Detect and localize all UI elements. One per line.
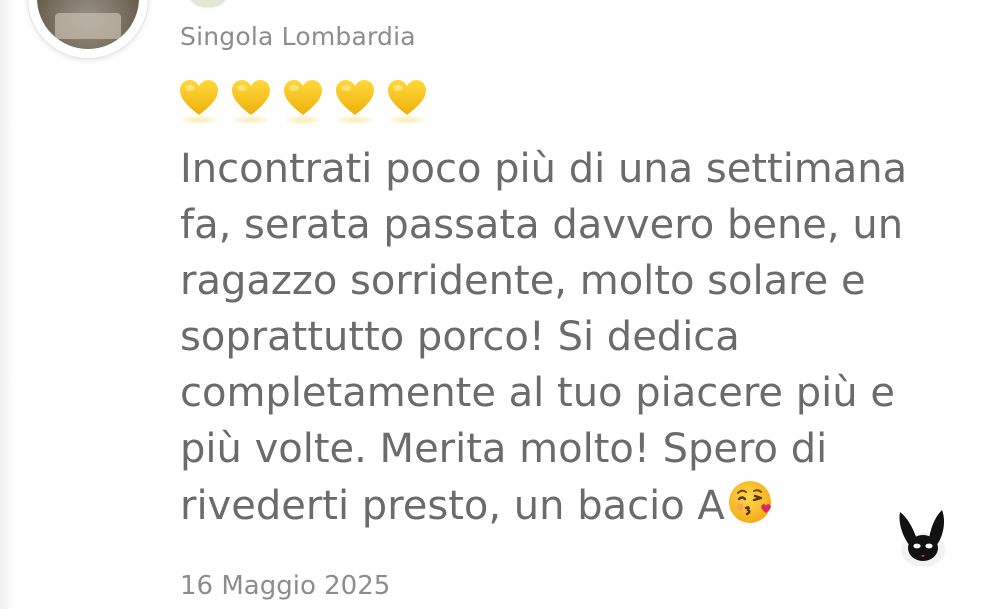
yellow-heart-icon	[178, 78, 220, 124]
review-line: ragazzo sorridente, molto solare e	[180, 258, 866, 304]
review-date: 16 Maggio 2025	[180, 571, 391, 601]
review-line: più volte. Merita molto! Spero di	[180, 426, 828, 472]
yellow-heart-icon	[334, 78, 376, 124]
left-edge-shade	[0, 0, 14, 609]
reviewer-avatar[interactable]	[28, 0, 148, 58]
yellow-heart-icon	[386, 78, 428, 124]
review-line: fa, serata passata davvero bene, un	[180, 202, 904, 248]
kissing-face-emoji	[727, 477, 777, 527]
review-author: Singola Lombardia	[180, 22, 416, 51]
review-line-text: rivederti presto, un bacio A	[180, 483, 725, 529]
review-line: completamente al tuo piacere più e	[180, 370, 895, 416]
review-line: Incontrati poco più di una settimana	[180, 146, 908, 192]
yellow-heart-icon	[282, 78, 324, 124]
yellow-heart-icon	[230, 78, 272, 124]
review-text: Incontrati poco più di una settimana fa,…	[180, 141, 920, 534]
review-last-line: rivederti presto, un bacio A	[180, 477, 920, 534]
review-line: soprattutto porco! Si dedica	[180, 314, 740, 360]
heart-rating	[178, 78, 428, 124]
bunny-logo-icon	[896, 506, 950, 568]
profile-badge	[188, 0, 228, 6]
avatar-photo	[37, 0, 139, 49]
